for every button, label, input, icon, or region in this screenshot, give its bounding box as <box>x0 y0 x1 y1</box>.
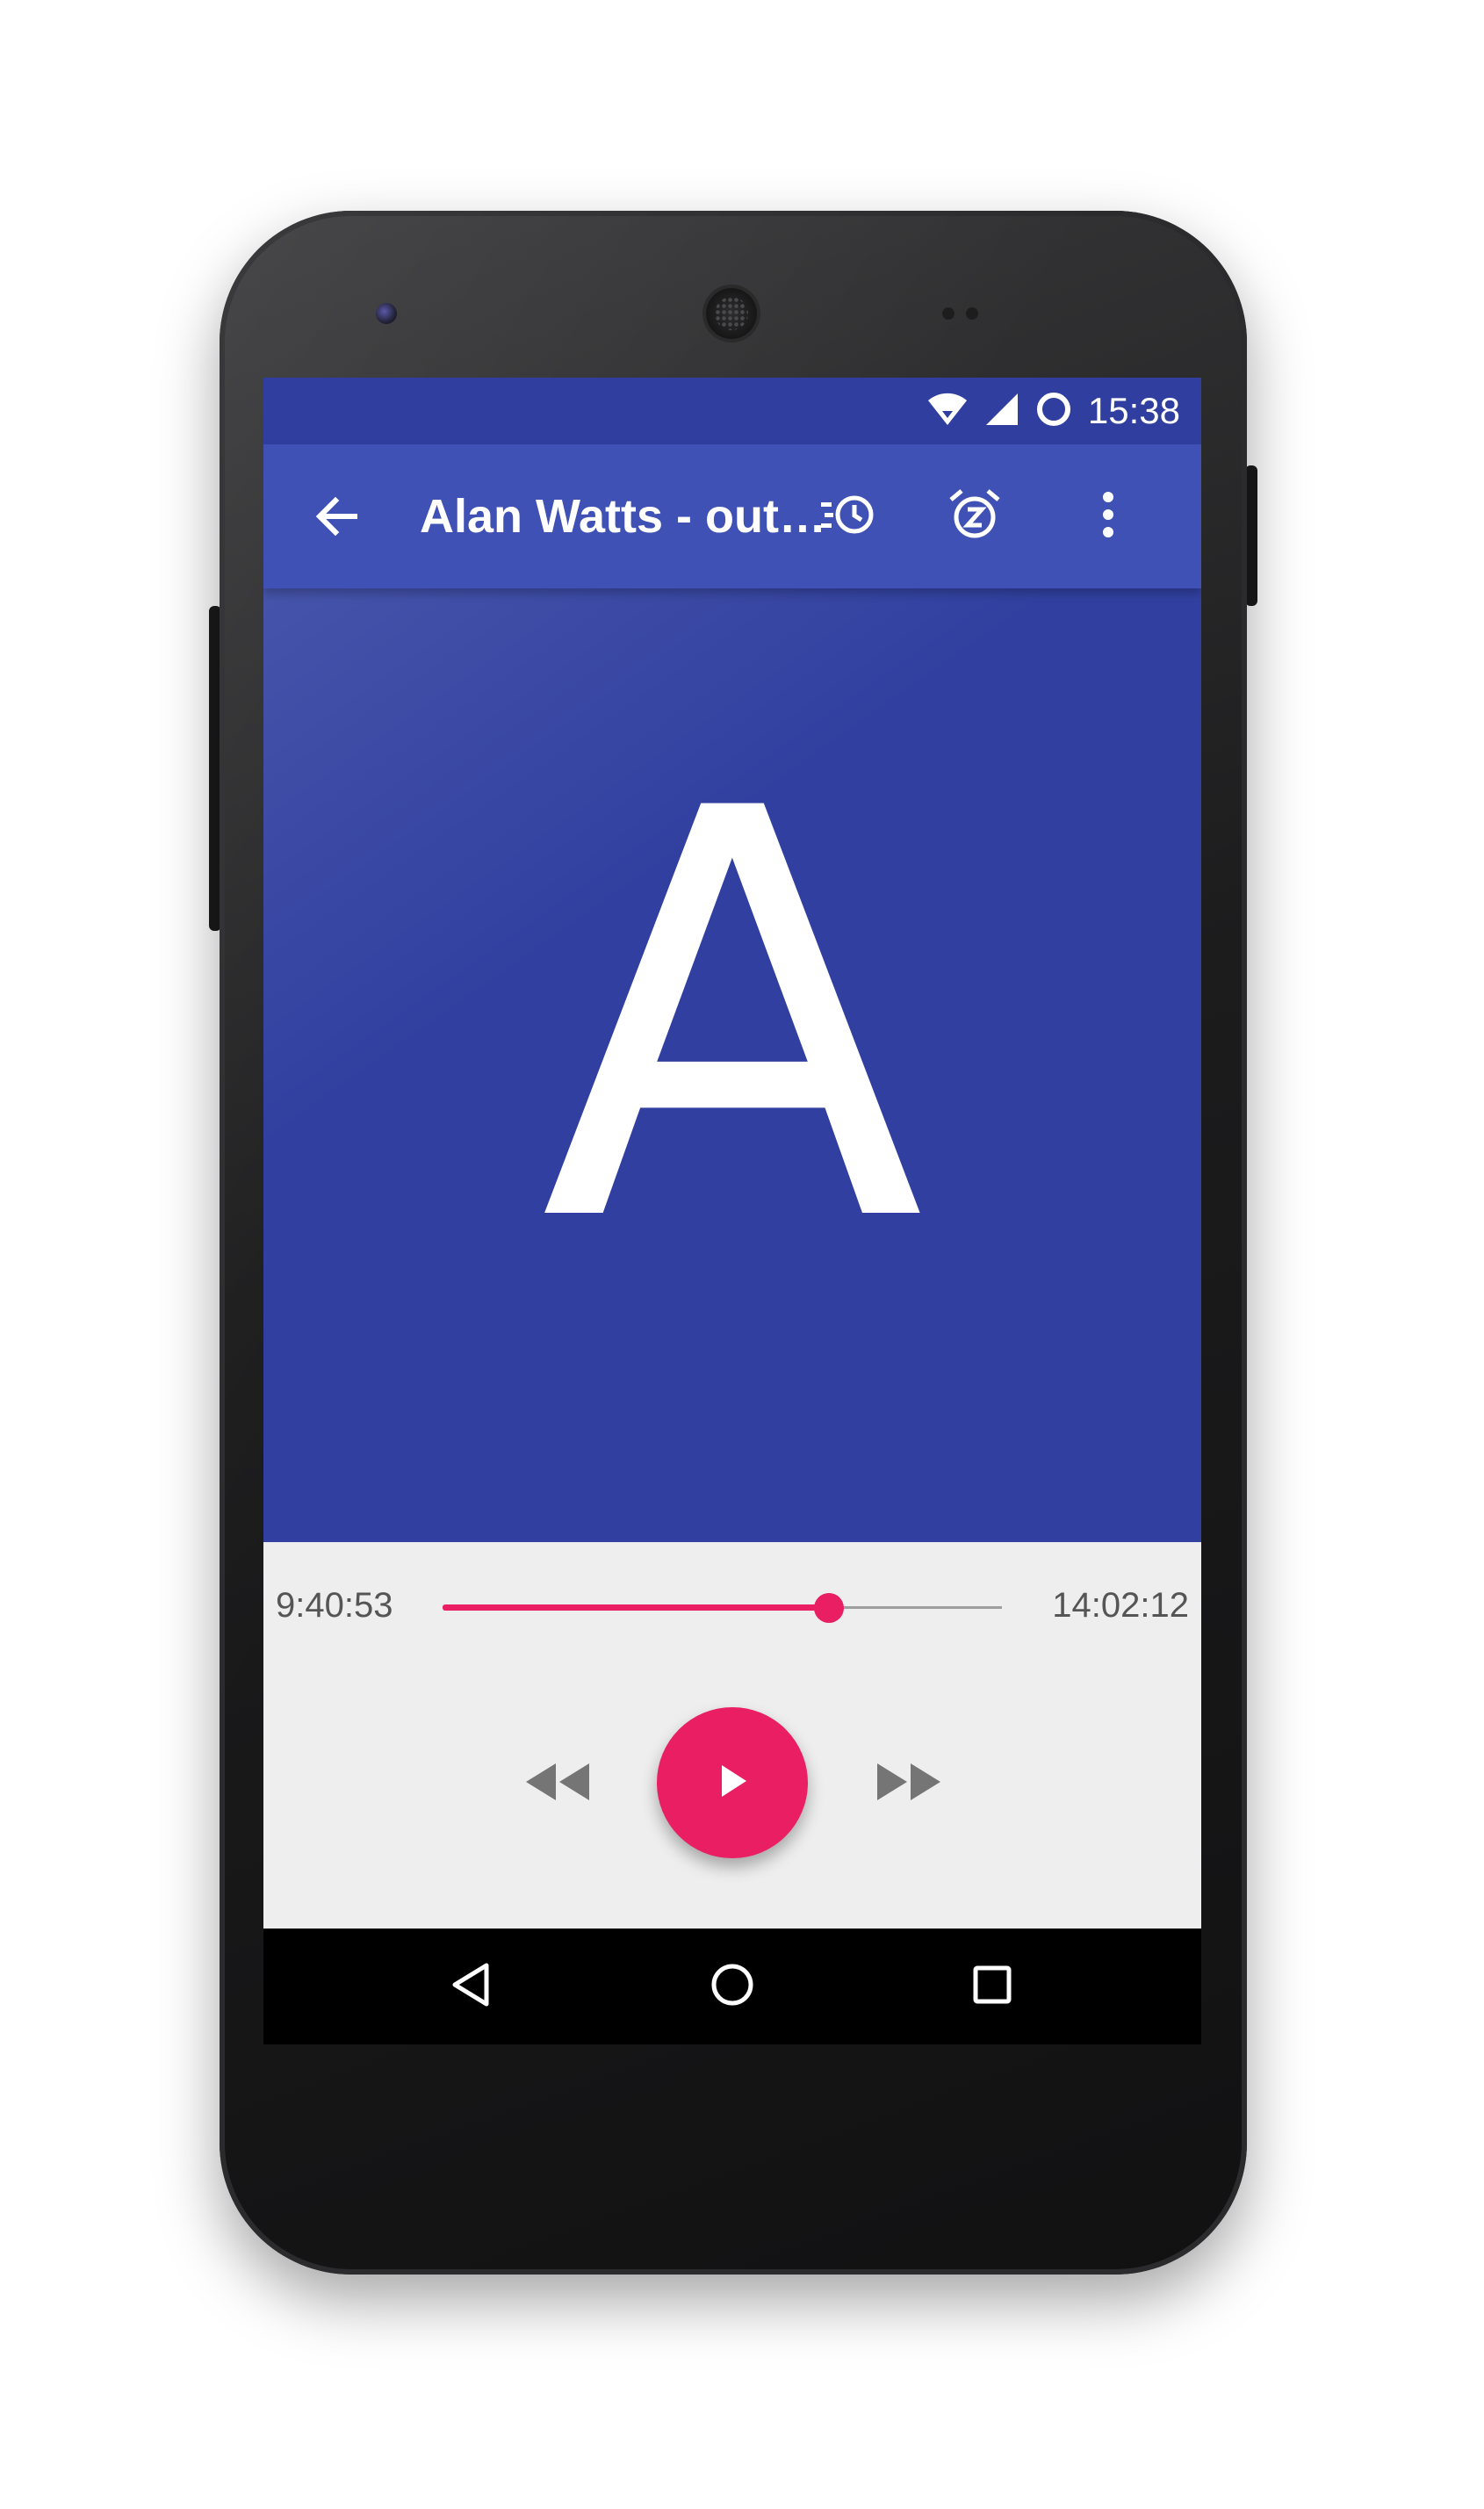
sleep-timer-button[interactable] <box>940 481 1010 552</box>
elapsed-time: 9:40:53 <box>276 1586 393 1625</box>
rewind-button[interactable] <box>518 1753 597 1814</box>
proximity-sensor <box>942 307 955 320</box>
device-mockup: 15:38 Alan Watts - out… A 9:40:53 14:02:… <box>0 0 1484 2509</box>
fast-forward-button[interactable] <box>869 1753 948 1814</box>
arrow-back-icon <box>309 496 365 548</box>
back-triangle-icon <box>448 1960 497 2014</box>
nav-back-button[interactable] <box>437 1951 508 2022</box>
playback-speed-button[interactable] <box>813 481 883 552</box>
play-button[interactable] <box>657 1707 808 1858</box>
earpiece-speaker <box>706 288 757 339</box>
navigation-bar <box>263 1929 1201 2044</box>
cover-letter: A <box>540 691 925 1345</box>
power-button <box>1245 465 1257 606</box>
nav-home-button[interactable] <box>697 1951 767 2022</box>
front-camera <box>376 303 397 324</box>
seek-progress <box>443 1604 829 1611</box>
status-bar: 15:38 <box>263 378 1201 444</box>
signal-icon <box>984 392 1019 431</box>
recents-square-icon <box>968 1960 1017 2014</box>
more-options-button[interactable] <box>1082 481 1135 552</box>
back-button[interactable] <box>309 488 365 544</box>
status-time: 15:38 <box>1087 390 1180 431</box>
circle-notification-icon <box>1035 391 1072 432</box>
seek-bar[interactable] <box>443 1593 1002 1623</box>
nav-recents-button[interactable] <box>957 1951 1027 2022</box>
playback-speed-icon <box>818 488 879 545</box>
app-bar: Alan Watts - out… <box>263 444 1201 588</box>
fast-forward-icon <box>874 1760 944 1808</box>
cover-art: A <box>263 588 1201 1542</box>
rewind-icon <box>522 1760 593 1808</box>
home-circle-icon <box>708 1960 757 2014</box>
screen: 15:38 Alan Watts - out… A 9:40:53 14:02:… <box>263 378 1201 2044</box>
total-time: 14:02:12 <box>1052 1586 1189 1625</box>
sleep-timer-icon <box>946 486 1004 548</box>
app-bar-title: Alan Watts - out… <box>420 490 826 543</box>
more-vert-icon <box>1099 488 1117 545</box>
light-sensor <box>966 307 978 320</box>
play-icon <box>715 1762 750 1805</box>
player-controls: 9:40:53 14:02:12 <box>263 1542 1201 1929</box>
seek-thumb[interactable] <box>813 1593 844 1623</box>
wifi-icon <box>926 392 969 431</box>
